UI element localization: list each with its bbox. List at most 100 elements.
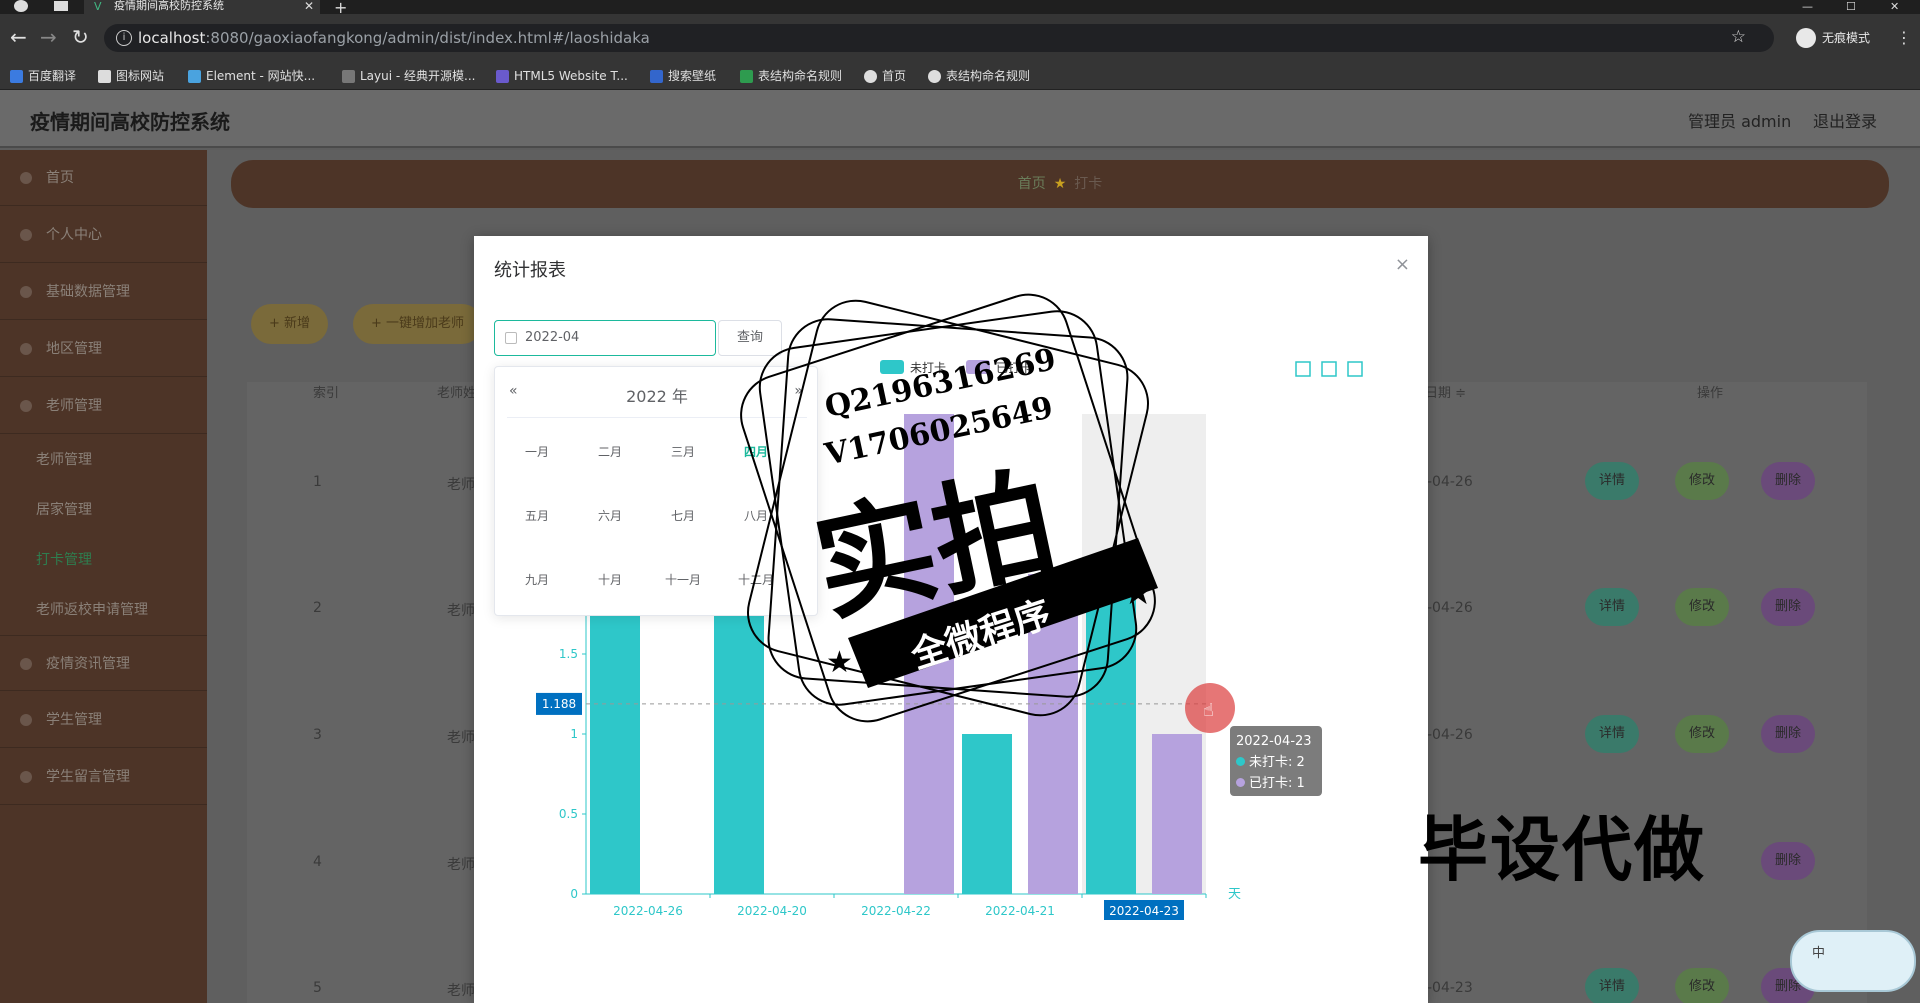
- browser-profile-icon[interactable]: [14, 0, 28, 12]
- tab-search-icon[interactable]: [54, 1, 68, 11]
- bulk-add-button[interactable]: + 一键增加老师: [353, 304, 483, 344]
- cell-teacher: 老师: [447, 857, 475, 873]
- ime-widget[interactable]: 中: [1790, 930, 1916, 992]
- sidebar-item-profile[interactable]: 个人中心: [0, 207, 207, 263]
- delete-button[interactable]: 删除: [1761, 842, 1816, 880]
- teacher-icon: [20, 400, 32, 412]
- window-close-icon[interactable]: ✕: [1890, 0, 1899, 13]
- y-axis-pointer-label: 1.188: [542, 697, 576, 711]
- cell-index: 2: [313, 600, 322, 616]
- detail-button[interactable]: 详情: [1585, 462, 1640, 500]
- download-icon[interactable]: [1347, 361, 1363, 377]
- month-cell[interactable]: 九月: [507, 571, 567, 588]
- bar-chart-icon[interactable]: [1321, 361, 1337, 377]
- bookmark-item[interactable]: Layui - 经典开源模...: [342, 68, 475, 84]
- delete-button[interactable]: 删除: [1761, 715, 1816, 753]
- data-icon: [20, 286, 32, 298]
- column-header-teacher[interactable]: 老师姓: [437, 382, 476, 401]
- breadcrumb-home[interactable]: 首页: [1018, 176, 1046, 192]
- y-tick-label: 0.5: [559, 807, 578, 821]
- layui-icon: [342, 70, 355, 83]
- reload-icon[interactable]: ↻: [72, 26, 89, 48]
- site-info-icon[interactable]: i: [116, 30, 132, 46]
- sidebar-item-region[interactable]: 地区管理: [0, 321, 207, 377]
- window-maximize-icon[interactable]: ☐: [1846, 0, 1856, 13]
- bookmark-item[interactable]: 图标网站: [98, 68, 164, 84]
- html5-icon: [496, 70, 509, 83]
- student-icon: [20, 714, 32, 726]
- logout-link[interactable]: 退出登录: [1813, 108, 1877, 132]
- cell-date: -04-26: [1427, 727, 1473, 743]
- cell-date: -04-26: [1427, 474, 1473, 490]
- x-tick-label: 2022-04-20: [737, 904, 807, 918]
- month-cell[interactable]: 二月: [580, 443, 640, 460]
- bookmark-item[interactable]: 首页: [864, 68, 906, 84]
- back-arrow-icon[interactable]: ←: [10, 26, 27, 48]
- edit-button[interactable]: 修改: [1675, 588, 1730, 626]
- wallpaper-icon: [650, 70, 663, 83]
- delete-button[interactable]: 删除: [1761, 462, 1816, 500]
- line-chart-icon[interactable]: [1295, 361, 1311, 377]
- sheet-icon: [740, 70, 753, 83]
- x-axis-unit-label: 天: [1228, 887, 1241, 902]
- globe-icon: [928, 70, 941, 83]
- browser-tab[interactable]: V 疫情期间高校防控系统 ✕: [84, 0, 320, 14]
- url-field[interactable]: i localhost:8080/gaoxiaofangkong/admin/d…: [104, 24, 1774, 52]
- forward-arrow-icon[interactable]: →: [40, 26, 57, 48]
- bookmark-item[interactable]: 搜索壁纸: [650, 68, 716, 84]
- x-tick-label: 2022-04-22: [861, 904, 931, 918]
- flag-icon: [98, 70, 111, 83]
- month-cell[interactable]: 五月: [507, 507, 567, 524]
- sidebar-sub-teacher[interactable]: 老师管理: [0, 435, 207, 485]
- app-title: 疫情期间高校防控系统: [30, 110, 230, 134]
- month-cell[interactable]: 三月: [653, 443, 713, 460]
- sidebar-item-home[interactable]: 首页: [0, 150, 207, 206]
- bookmark-item[interactable]: 表结构命名规则: [740, 68, 842, 84]
- edit-button[interactable]: 修改: [1675, 462, 1730, 500]
- month-cell[interactable]: 七月: [653, 507, 713, 524]
- delete-button[interactable]: 删除: [1761, 588, 1816, 626]
- hand-cursor-icon: ☝: [1203, 700, 1214, 721]
- detail-button[interactable]: 详情: [1585, 968, 1640, 1003]
- vue-favicon-icon: V: [94, 0, 102, 13]
- star-icon: ★: [1053, 176, 1067, 192]
- window-minimize-icon[interactable]: —: [1802, 0, 1813, 13]
- incognito-indicator[interactable]: 无痕模式: [1794, 24, 1870, 52]
- detail-button[interactable]: 详情: [1585, 715, 1640, 753]
- edit-button[interactable]: 修改: [1675, 968, 1730, 1003]
- home-icon: [20, 172, 32, 184]
- edit-button[interactable]: 修改: [1675, 715, 1730, 753]
- sidebar-item-news[interactable]: 疫情资讯管理: [0, 635, 207, 691]
- tooltip-line-unchecked: 未打卡: 2: [1236, 752, 1316, 773]
- sidebar-sub-checkin[interactable]: 打卡管理: [0, 535, 207, 585]
- month-cell[interactable]: 十月: [580, 571, 640, 588]
- bookmark-star-icon[interactable]: ☆: [1731, 27, 1746, 47]
- column-header-date[interactable]: 日期 ≑: [1425, 382, 1466, 401]
- message-icon: [20, 771, 32, 783]
- sidebar-item-teacher[interactable]: 老师管理: [0, 378, 207, 434]
- sidebar-sub-home-quarantine[interactable]: 居家管理: [0, 485, 207, 535]
- sidebar-sub-return-request[interactable]: 老师返校申请管理: [0, 585, 207, 635]
- bookmark-item[interactable]: Element - 网站快...: [188, 68, 315, 84]
- sidebar-item-basic-data[interactable]: 基础数据管理: [0, 264, 207, 320]
- month-cell[interactable]: 六月: [580, 507, 640, 524]
- x-tick-label: 2022-04-26: [613, 904, 683, 918]
- sidebar-item-message[interactable]: 学生留言管理: [0, 749, 207, 805]
- month-picker-input[interactable]: 2022-04: [494, 320, 716, 356]
- sidebar-item-student[interactable]: 学生管理: [0, 692, 207, 748]
- user-icon: [20, 229, 32, 241]
- bookmark-item[interactable]: 百度翻译: [10, 68, 76, 84]
- cell-index: 4: [313, 854, 322, 870]
- detail-button[interactable]: 详情: [1585, 588, 1640, 626]
- bookmark-item[interactable]: HTML5 Website T...: [496, 68, 628, 84]
- month-cell[interactable]: 十一月: [653, 571, 713, 588]
- month-cell[interactable]: 一月: [507, 443, 567, 460]
- cell-index: 3: [313, 727, 322, 743]
- bookmark-item[interactable]: 表结构命名规则: [928, 68, 1030, 84]
- tab-title: 疫情期间高校防控系统: [114, 0, 224, 12]
- tab-close-icon[interactable]: ✕: [304, 0, 314, 12]
- cell-teacher: 老师: [447, 477, 475, 493]
- add-button[interactable]: + 新增: [251, 304, 329, 344]
- browser-menu-icon[interactable]: ⋮: [1896, 28, 1912, 47]
- cell-date: -04-23: [1427, 980, 1473, 996]
